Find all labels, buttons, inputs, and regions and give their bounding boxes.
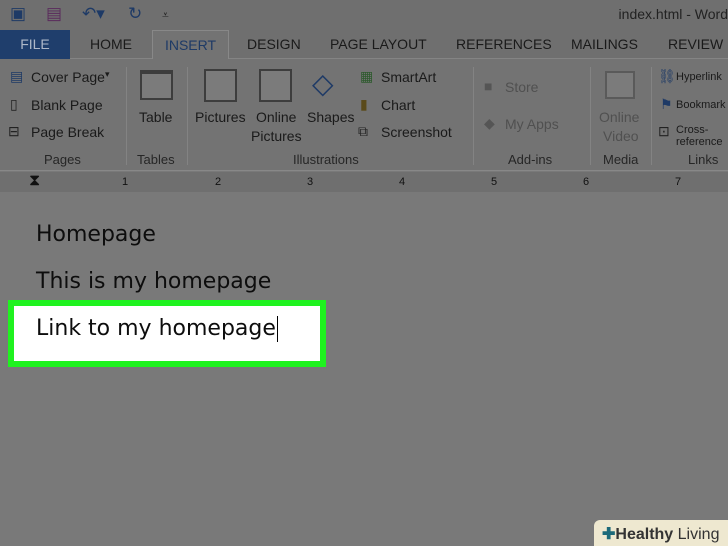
cover-page-icon: ▤ (10, 68, 24, 84)
group-label-addins: Add-ins (508, 152, 553, 167)
chevron-down-icon: ▾ (105, 69, 110, 79)
divider (651, 67, 652, 165)
text-cursor (276, 316, 279, 342)
online-pictures-label: Pictures (251, 128, 302, 144)
pictures-button[interactable]: Pictures (195, 109, 246, 125)
smartart-icon: ▦ (360, 68, 374, 84)
tab-page-layout[interactable]: PAGE LAYOUT (330, 36, 427, 52)
divider (126, 67, 127, 165)
online-video-button[interactable]: Online (599, 109, 639, 125)
pictures-icon (204, 69, 237, 102)
group-label-tables: Tables (137, 152, 175, 167)
ruler-label: 4 (399, 176, 406, 188)
online-video-label: Video (603, 128, 639, 144)
divider (187, 67, 188, 165)
bookmark-button[interactable]: Bookmark (676, 99, 726, 111)
ruler-label: 2 (215, 176, 222, 188)
page-break-button[interactable]: Page Break (31, 124, 104, 140)
tab-home[interactable]: HOME (90, 36, 132, 52)
window-title: index.html - Word (618, 6, 728, 22)
ruler-label: 1 (122, 176, 129, 188)
divider (473, 67, 474, 165)
blank-page-icon: ▯ (10, 96, 18, 112)
screenshot-icon: ⧉ (358, 123, 368, 139)
doc-paragraph[interactable]: This is my homepage (36, 269, 271, 294)
tab-references[interactable]: REFERENCES (456, 36, 552, 52)
link-text[interactable]: Link to my homepage (36, 316, 276, 341)
hyperlink-button[interactable]: Hyperlink (676, 71, 726, 83)
smartart-button[interactable]: SmartArt (381, 69, 436, 85)
word-icon: ▣ (10, 4, 27, 23)
tab-design[interactable]: DESIGN (247, 36, 301, 52)
doc-heading[interactable]: Homepage (36, 222, 156, 247)
online-video-icon (605, 71, 635, 99)
blank-page-button[interactable]: Blank Page (31, 97, 103, 113)
watermark-brand2: Living (677, 526, 720, 543)
ruler-label: 6 (583, 176, 590, 188)
watermark-logo: ✚Healthy Living (594, 520, 728, 546)
screenshot-button[interactable]: Screenshot (381, 124, 452, 140)
group-label-illustrations: Illustrations (293, 152, 359, 167)
online-pictures-icon (259, 69, 292, 102)
ruler-label: 7 (675, 176, 682, 188)
ruler-label: 3 (307, 176, 314, 188)
customize-qat-icon[interactable]: ⩡ (162, 8, 169, 23)
group-label-media: Media (603, 152, 639, 167)
ruler-label: 5 (491, 176, 498, 188)
tab-insert[interactable]: INSERT (152, 30, 229, 60)
shapes-button[interactable]: Shapes (307, 109, 354, 125)
divider (590, 67, 591, 165)
horizontal-ruler[interactable]: ⧗ 1 2 3 4 5 6 7 (0, 172, 728, 192)
hyperlink-icon: ⛓ (658, 68, 676, 84)
my-apps-icon: ◆ (484, 115, 495, 131)
tab-review[interactable]: REVIEW (668, 36, 723, 52)
indent-marker-icon[interactable]: ⧗ (29, 172, 40, 190)
chart-icon: ▮ (360, 96, 368, 112)
watermark-brand: Healthy (615, 526, 674, 543)
table-icon (140, 70, 173, 100)
tab-file[interactable]: FILE (0, 30, 70, 59)
redo-icon[interactable]: ↻ (128, 4, 142, 24)
shapes-icon: ◇ (312, 68, 334, 99)
undo-icon[interactable]: ↶▾ (82, 4, 105, 24)
ribbon-tabs: FILE HOME INSERT DESIGN PAGE LAYOUT REFE… (0, 30, 728, 60)
group-label-links: Links (688, 152, 719, 167)
group-label-pages: Pages (44, 152, 81, 167)
my-apps-button[interactable]: My Apps (505, 116, 559, 132)
doc-link-text[interactable]: Link to my homepage (36, 316, 279, 342)
plus-icon: ✚ (602, 526, 616, 543)
bookmark-icon: ⚑ (660, 96, 673, 112)
online-pictures-button[interactable]: Online (256, 109, 296, 125)
cross-reference-icon: ⊡ (658, 123, 670, 139)
cross-reference-button[interactable]: Cross-reference (676, 124, 726, 148)
chart-button[interactable]: Chart (381, 97, 415, 113)
store-button[interactable]: Store (505, 79, 538, 95)
tab-mailings[interactable]: MAILINGS (571, 36, 638, 52)
table-button[interactable]: Table (139, 109, 172, 125)
ribbon: ▤ Cover Page ▾ ▯ Blank Page ⊟ Page Break… (0, 59, 728, 171)
cover-page-button[interactable]: Cover Page (31, 69, 105, 85)
store-icon: ■ (484, 78, 493, 94)
page-break-icon: ⊟ (8, 123, 20, 139)
save-icon[interactable]: ▤ (46, 4, 62, 24)
title-bar: ▣ ▤ ↶▾ ↻ ⩡ index.html - Word (0, 0, 728, 30)
